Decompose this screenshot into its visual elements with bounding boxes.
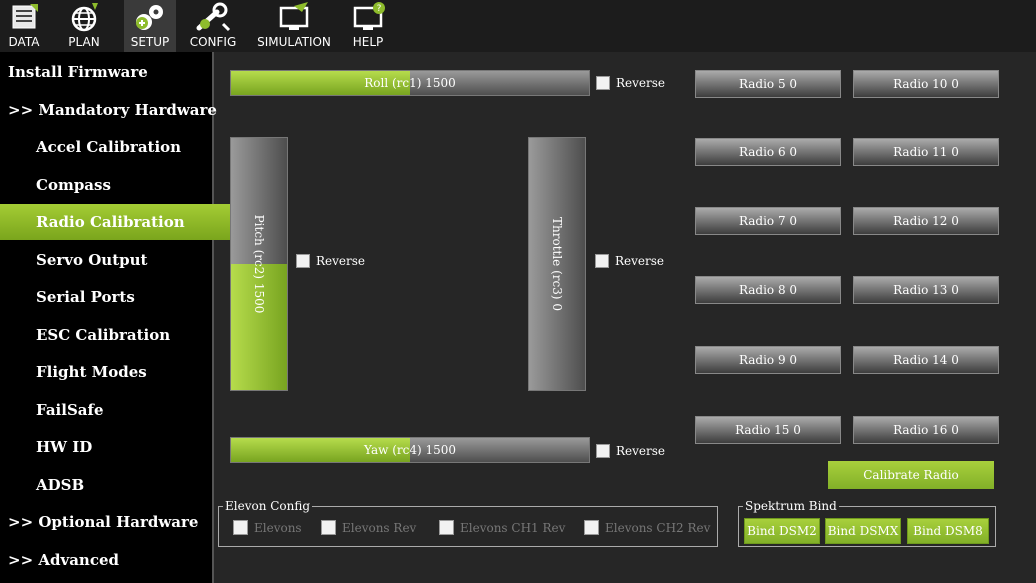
sidebar-item[interactable]: ADSB: [0, 467, 248, 503]
sidebar-item[interactable]: >> Advanced: [0, 542, 220, 578]
sidebar: Install Firmware >> Mandatory Hardware Acc…: [0, 52, 248, 583]
sidebar-item[interactable]: Radio Calibration: [0, 204, 248, 240]
roll-reverse-checkbox[interactable]: Reverse: [596, 76, 665, 90]
sidebar-item[interactable]: ESC Calibration: [0, 317, 248, 353]
radio-16-button[interactable]: Radio 16 0: [853, 416, 999, 444]
nav-simulation-button[interactable]: SIMULATION: [250, 0, 338, 52]
radio-13-button[interactable]: Radio 13 0: [853, 276, 999, 304]
sidebar-item[interactable]: Serial Ports: [0, 279, 248, 315]
gears-icon: [136, 5, 163, 30]
checkbox-icon: [321, 520, 336, 535]
reverse-label: Reverse: [316, 254, 366, 268]
spektrum-bind-title: Spektrum Bind: [743, 499, 839, 513]
nav-data-button[interactable]: DATA: [0, 0, 48, 52]
nav-config-label: CONFIG: [189, 35, 237, 49]
nav-help-label: HELP: [352, 35, 384, 49]
sidebar-item[interactable]: Servo Output: [0, 242, 248, 278]
roll-bar: Roll (rc1) 1500: [230, 70, 590, 96]
elevons-ch2-rev-checkbox[interactable]: Elevons CH2 Rev: [584, 520, 710, 535]
elevons-checkbox[interactable]: Elevons: [233, 520, 302, 535]
nav-setup-button[interactable]: SETUP: [124, 0, 176, 52]
elevons-rev-checkbox[interactable]: Elevons Rev: [321, 520, 416, 535]
nav-data-label: DATA: [8, 35, 40, 49]
yaw-reverse-checkbox[interactable]: Reverse: [596, 444, 665, 458]
sidebar-item[interactable]: >> Optional Hardware: [0, 504, 220, 540]
nav-plan-button[interactable]: PLAN: [60, 0, 108, 52]
radio-8-button[interactable]: Radio 8 0: [695, 276, 841, 304]
elevons-ch2-rev-label: Elevons CH2 Rev: [605, 520, 711, 535]
reverse-label: Reverse: [615, 254, 665, 268]
wrench-icon: [196, 2, 231, 32]
sidebar-item[interactable]: HW ID: [0, 429, 248, 465]
radio-14-button[interactable]: Radio 14 0: [853, 346, 999, 374]
throttle-label: Throttle (rc3) 0: [550, 217, 564, 311]
checkbox-icon: [296, 254, 310, 268]
checkbox-icon: [439, 520, 454, 535]
help-monitor-icon: ?: [353, 2, 385, 30]
radio-calibration-panel: Roll (rc1) 1500 Reverse Pitch (rc2) 1500…: [214, 52, 1036, 583]
checkbox-icon: [596, 444, 610, 458]
checkbox-icon: [233, 520, 248, 535]
radio-7-button[interactable]: Radio 7 0: [695, 207, 841, 235]
calibrate-radio-button[interactable]: Calibrate Radio: [828, 461, 994, 489]
svg-text:?: ?: [377, 4, 382, 14]
top-nav-bar: DATA PLAN SETUP CONFIG SIMULATION ? HELP: [0, 0, 1036, 52]
nav-help-button[interactable]: ? HELP: [346, 0, 390, 52]
pitch-reverse-checkbox[interactable]: Reverse: [296, 254, 365, 268]
sidebar-item[interactable]: Flight Modes: [0, 354, 248, 390]
elevons-ch1-rev-checkbox[interactable]: Elevons CH1 Rev: [439, 520, 565, 535]
sidebar-item[interactable]: Install Firmware: [0, 54, 220, 90]
radio-6-button[interactable]: Radio 6 0: [695, 138, 841, 166]
sidebar-item[interactable]: >> Mandatory Hardware: [0, 92, 220, 128]
nav-setup-label: SETUP: [130, 35, 170, 49]
reverse-label: Reverse: [616, 444, 666, 458]
sidebar-item[interactable]: FailSafe: [0, 392, 248, 428]
radio-5-button[interactable]: Radio 5 0: [695, 70, 841, 98]
radio-10-button[interactable]: Radio 10 0: [853, 70, 999, 98]
yaw-label: Yaw (rc4) 1500: [363, 443, 457, 457]
radio-12-button[interactable]: Radio 12 0: [853, 207, 999, 235]
bind-dsmx-button[interactable]: Bind DSMX: [825, 518, 901, 544]
reverse-label: Reverse: [616, 76, 666, 90]
nav-plan-label: PLAN: [68, 35, 100, 49]
radio-9-button[interactable]: Radio 9 0: [695, 346, 841, 374]
nav-simulation-label: SIMULATION: [257, 35, 331, 49]
nav-config-button[interactable]: CONFIG: [186, 0, 240, 52]
roll-label: Roll (rc1) 1500: [364, 76, 456, 90]
radio-11-button[interactable]: Radio 11 0: [853, 138, 999, 166]
elevons-ch1-rev-label: Elevons CH1 Rev: [460, 520, 566, 535]
throttle-reverse-checkbox[interactable]: Reverse: [595, 254, 664, 268]
pitch-label: Pitch (rc2) 1500: [252, 214, 266, 314]
sidebar-item[interactable]: Accel Calibration: [0, 129, 248, 165]
checkbox-icon: [584, 520, 599, 535]
elevon-config-group: Elevon Config Elevons Elevons Rev Elevon…: [218, 499, 718, 547]
elevon-config-title: Elevon Config: [223, 499, 313, 513]
throttle-bar: Throttle (rc3) 0: [528, 137, 586, 391]
yaw-bar: Yaw (rc4) 1500: [230, 437, 590, 463]
checkbox-icon: [595, 254, 609, 268]
elevons-rev-label: Elevons Rev: [342, 520, 417, 535]
simulation-monitor-icon: [279, 2, 309, 30]
globe-icon: [71, 3, 98, 32]
monitor-data-icon: [12, 4, 38, 29]
bind-dsm8-button[interactable]: Bind DSM8: [907, 518, 989, 544]
sidebar-item[interactable]: Compass: [0, 167, 248, 203]
elevons-label: Elevons: [254, 520, 302, 535]
radio-15-button[interactable]: Radio 15 0: [695, 416, 841, 444]
bind-dsm2-button[interactable]: Bind DSM2: [744, 518, 820, 544]
spektrum-bind-group: Spektrum Bind Bind DSM2 Bind DSMX Bind D…: [738, 499, 996, 547]
checkbox-icon: [596, 76, 610, 90]
pitch-bar: Pitch (rc2) 1500: [230, 137, 288, 391]
